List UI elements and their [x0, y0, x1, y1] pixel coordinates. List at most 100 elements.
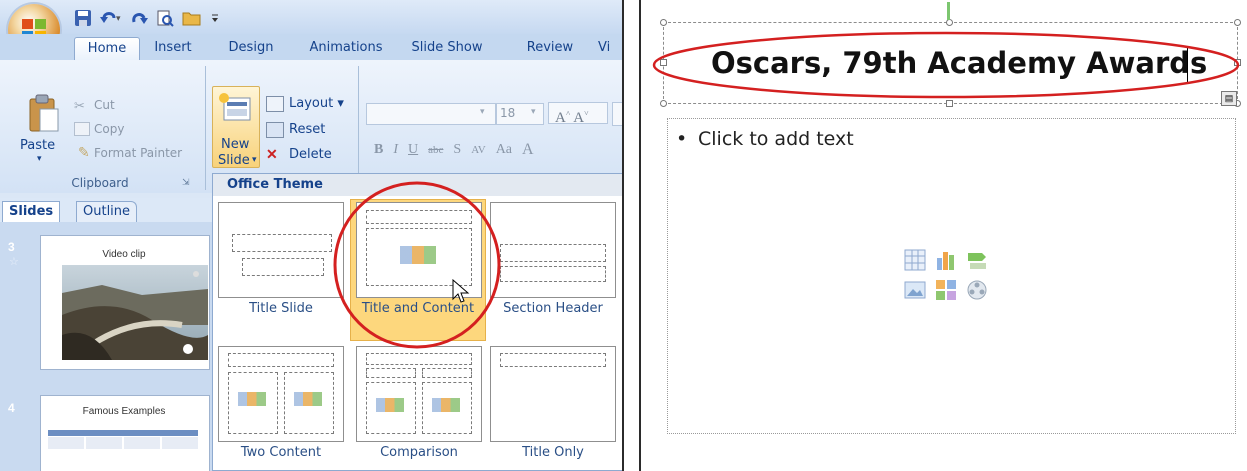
layout-placeholder	[500, 244, 606, 262]
smartart-icon[interactable]	[966, 249, 988, 271]
layout-label: Title Slide	[249, 301, 313, 316]
layout-placeholder	[232, 234, 332, 252]
layout-placeholder	[366, 368, 416, 378]
layout-placeholder	[500, 353, 606, 367]
open-icon[interactable]	[182, 9, 202, 27]
content-insert-icons	[904, 249, 1004, 313]
layout-label: Title Only	[522, 445, 584, 460]
chart-icon[interactable]	[935, 249, 957, 271]
cut-button[interactable]: Cut	[94, 98, 115, 112]
tab-design[interactable]: Design	[222, 37, 280, 59]
media-icon[interactable]	[966, 279, 988, 301]
reset-button[interactable]: Reset	[289, 122, 325, 137]
clipart-icon[interactable]	[935, 279, 957, 301]
bullet-marker: •	[676, 128, 688, 150]
thumbnail-table-row	[48, 437, 198, 449]
layout-placeholder	[500, 266, 606, 282]
font-format-toolbar: B I U abc S AV Aa A	[366, 138, 622, 162]
content-icons	[238, 392, 266, 406]
layout-button[interactable]: Layout ▾	[289, 96, 344, 111]
placeholder-text[interactable]: Click to add text	[698, 128, 854, 150]
delete-icon: ✕	[266, 146, 278, 162]
new-slide-dropdown-icon: ▾	[252, 154, 257, 164]
delete-button[interactable]: Delete	[289, 147, 332, 162]
layout-label: Comparison	[380, 445, 458, 460]
paste-dropdown-arrow[interactable]: ▾	[37, 154, 42, 164]
content-icons	[376, 398, 404, 412]
new-slide-label: New	[221, 137, 250, 152]
layout-placeholder	[242, 258, 324, 276]
content-icons	[432, 398, 460, 412]
layout-label: Section Header	[503, 301, 603, 316]
table-icon[interactable]	[904, 249, 926, 271]
redo-icon[interactable]	[130, 9, 148, 27]
quick-access-toolbar: ▾	[74, 6, 220, 30]
bold-icon[interactable]: B	[374, 142, 383, 158]
video-frame-image	[62, 265, 208, 360]
save-icon[interactable]	[74, 9, 92, 27]
autofit-options-icon[interactable]: ▤	[1221, 91, 1237, 106]
tab-outline[interactable]: Outline	[76, 201, 138, 222]
underline-icon[interactable]: U	[408, 142, 418, 158]
italic-icon[interactable]: I	[393, 142, 398, 158]
change-case-icon[interactable]: Aa	[496, 142, 512, 158]
paste-icon[interactable]	[26, 93, 62, 135]
print-preview-icon[interactable]	[156, 9, 174, 27]
resize-handle[interactable]	[946, 19, 953, 26]
content-icons	[294, 392, 322, 406]
rotation-handle[interactable]	[947, 2, 950, 20]
font-name-dropdown-icon[interactable]: ▾	[480, 106, 485, 117]
thumbnail-title: Famous Examples	[82, 406, 166, 417]
picture-icon[interactable]	[904, 279, 926, 301]
font-size-dropdown-icon[interactable]: ▾	[531, 106, 536, 117]
format-painter-button[interactable]: Format Painter	[94, 146, 182, 160]
copy-button[interactable]: Copy	[94, 122, 124, 136]
layout-icon	[266, 96, 284, 112]
thumbnail-title: Video clip	[102, 249, 146, 260]
paste-button[interactable]: Paste	[20, 138, 55, 153]
new-slide-icon	[219, 93, 251, 121]
group-separator	[358, 66, 359, 174]
font-color-icon[interactable]: A	[522, 141, 534, 159]
resize-handle[interactable]	[1234, 19, 1241, 26]
tab-view[interactable]: Vi	[598, 37, 622, 59]
format-painter-icon: ✎	[78, 144, 90, 160]
tab-slides[interactable]: Slides	[2, 201, 61, 222]
clipboard-group-label: Clipboard	[71, 176, 129, 190]
powerpoint-window: ▾ Home Insert Design Animations Slide Sh…	[0, 0, 624, 471]
text-shadow-icon[interactable]: S	[453, 142, 461, 158]
grow-shrink-font-buttons[interactable]: A˄ A˅	[548, 102, 608, 126]
reset-icon	[266, 122, 284, 138]
slide-number: 3	[8, 240, 15, 254]
tab-home[interactable]: Home	[74, 37, 140, 60]
star-icon: ☆	[9, 256, 19, 268]
clear-formatting-button[interactable]	[612, 102, 622, 126]
mouse-cursor-icon	[452, 279, 470, 303]
tab-slide-show[interactable]: Slide Show	[408, 37, 486, 59]
undo-icon[interactable]: ▾	[100, 9, 122, 27]
layout-label: Two Content	[240, 445, 322, 460]
slide-number: 4	[8, 401, 15, 415]
svg-text:▾: ▾	[116, 14, 121, 24]
strikethrough-icon[interactable]: abc	[428, 144, 443, 156]
thumbnail-table-header	[48, 430, 198, 436]
font-name-box[interactable]	[366, 103, 496, 125]
copy-icon	[74, 122, 90, 136]
character-spacing-icon[interactable]: AV	[471, 144, 485, 156]
customize-qat-icon[interactable]	[210, 9, 220, 27]
cut-icon: ✂	[74, 98, 85, 113]
slide-canvas: Oscars, 79th Academy Awards ▤ • Click to…	[639, 0, 1247, 471]
layout-placeholder	[422, 368, 472, 378]
new-slide-label-2: Slide	[218, 153, 250, 168]
tab-review[interactable]: Review	[522, 37, 578, 59]
tab-insert[interactable]: Insert	[148, 37, 198, 59]
tab-animations[interactable]: Animations	[304, 37, 388, 59]
annotation-circle	[333, 181, 501, 349]
annotation-ellipse	[652, 31, 1240, 99]
resize-handle[interactable]	[660, 19, 667, 26]
dialog-launcher-icon[interactable]: ⇲	[182, 177, 190, 188]
layout-placeholder	[228, 353, 334, 367]
group-separator	[205, 66, 206, 190]
font-size-value: 18	[500, 106, 516, 120]
layout-placeholder	[366, 353, 472, 365]
